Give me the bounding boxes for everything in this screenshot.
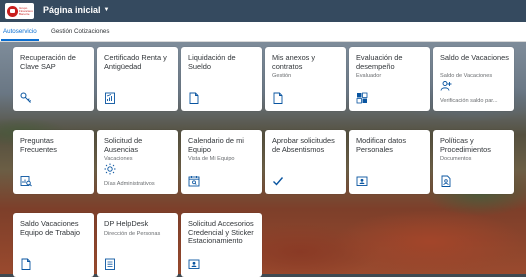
document-icon [273, 92, 283, 104]
tile-title: Modificar datos Personales [356, 136, 407, 154]
tab-gestion-cotizaciones[interactable]: Gestión Cotizaciones [51, 28, 109, 35]
tile-subtitle: Vista de Mi Equipo [188, 156, 235, 162]
logo-text: Grupo Financiero Banorte [19, 5, 34, 16]
add-person-icon [440, 81, 452, 91]
document-icon [21, 258, 31, 270]
tile-title: Saldo de Vacaciones [440, 53, 509, 62]
tile-saldo-vacaciones[interactable]: Saldo de Vacaciones Saldo de Vacaciones … [433, 47, 514, 111]
tile-subtitle: Documentos [440, 156, 472, 162]
tile-saldo-vacaciones-equipo[interactable]: Saldo Vacaciones Equipo de Trabajo [13, 213, 94, 277]
sun-icon [104, 163, 116, 175]
tile-title: Solicitud de Ausencias [104, 136, 143, 154]
chevron-down-icon: ▼ [103, 7, 110, 13]
tile-title: Solicitud Accesorios Credencial y Sticke… [188, 219, 254, 246]
tile-subtitle: Vacaciones [104, 156, 133, 162]
document-icon [189, 92, 199, 104]
tile-solicitud-accesorios[interactable]: Solicitud Accesorios Credencial y Sticke… [181, 213, 262, 277]
tile-aprobar-absentismos[interactable]: Aprobar solicitudes de Absentismos [265, 130, 346, 194]
document-chart-icon [105, 92, 115, 104]
active-tab-indicator [1, 39, 39, 41]
page-title-menu[interactable]: Página inicial ▼ [43, 5, 109, 15]
tile-footer: Verificación saldo par... [440, 98, 498, 104]
id-card-icon [188, 259, 200, 269]
logo-mark-icon [7, 5, 18, 17]
tile-title: Calendario de mi Equipo [188, 136, 244, 154]
tile-mis-anexos[interactable]: Mis anexos y contratos Gestión [265, 47, 346, 111]
page-title: Página inicial [43, 5, 101, 15]
tile-calendario-equipo[interactable]: Calendario de mi Equipo Vista de Mi Equi… [181, 130, 262, 194]
tile-title: DP HelpDesk [104, 219, 149, 228]
tile-title: Aprobar solicitudes de Absentismos [272, 136, 335, 154]
tile-title: Políticas y Procedimientos [440, 136, 491, 154]
tile-subtitle: Gestión [272, 73, 292, 79]
tile-subtitle: Dirección de Personas [104, 231, 161, 237]
checkmark-icon [273, 177, 284, 186]
tile-title: Saldo Vacaciones Equipo de Trabajo [20, 219, 80, 237]
tile-liquidacion-sueldo[interactable]: Liquidación de Sueldo [181, 47, 262, 111]
company-logo[interactable]: Grupo Financiero Banorte [5, 3, 34, 19]
tile-title: Liquidación de Sueldo [188, 53, 236, 71]
id-card-icon [356, 176, 368, 186]
tile-footer: Días Administrativos [104, 181, 155, 187]
tile-preguntas-frecuentes[interactable]: Preguntas Frecuentes [13, 130, 94, 194]
shell-bar: Grupo Financiero Banorte Página inicial … [0, 0, 526, 22]
tile-subtitle: Saldo de Vacaciones [440, 73, 493, 79]
report-search-icon [20, 176, 32, 187]
tile-politicas-procedimientos[interactable]: Políticas y Procedimientos Documentos [433, 130, 514, 194]
tile-title: Mis anexos y contratos [272, 53, 316, 71]
tile-solicitud-ausencias[interactable]: Solicitud de Ausencias Vacaciones Días A… [97, 130, 178, 194]
tile-evaluacion-desempeno[interactable]: Evaluación de desempeño Evaluador [349, 47, 430, 111]
tile-modificar-datos[interactable]: Modificar datos Personales [349, 130, 430, 194]
document-list-icon [105, 258, 115, 270]
tile-dp-helpdesk[interactable]: DP HelpDesk Dirección de Personas [97, 213, 178, 277]
tab-autoservicio[interactable]: Autoservicio [3, 28, 37, 35]
checklist-icon [356, 92, 368, 104]
tile-title: Recuperación de Clave SAP [20, 53, 76, 71]
tile-certificado-renta[interactable]: Certificado Renta y Antigüedad [97, 47, 178, 111]
tile-title: Evaluación de desempeño [356, 53, 403, 71]
tile-subtitle: Evaluador [356, 73, 382, 79]
tile-recuperacion-clave[interactable]: Recuperación de Clave SAP [13, 47, 94, 111]
key-icon [20, 92, 31, 103]
tile-title: Preguntas Frecuentes [20, 136, 57, 154]
document-person-icon [441, 175, 451, 187]
calendar-search-icon [188, 176, 200, 187]
tile-title: Certificado Renta y Antigüedad [104, 53, 167, 71]
tab-bar: Autoservicio Gestión Cotizaciones [0, 22, 526, 42]
